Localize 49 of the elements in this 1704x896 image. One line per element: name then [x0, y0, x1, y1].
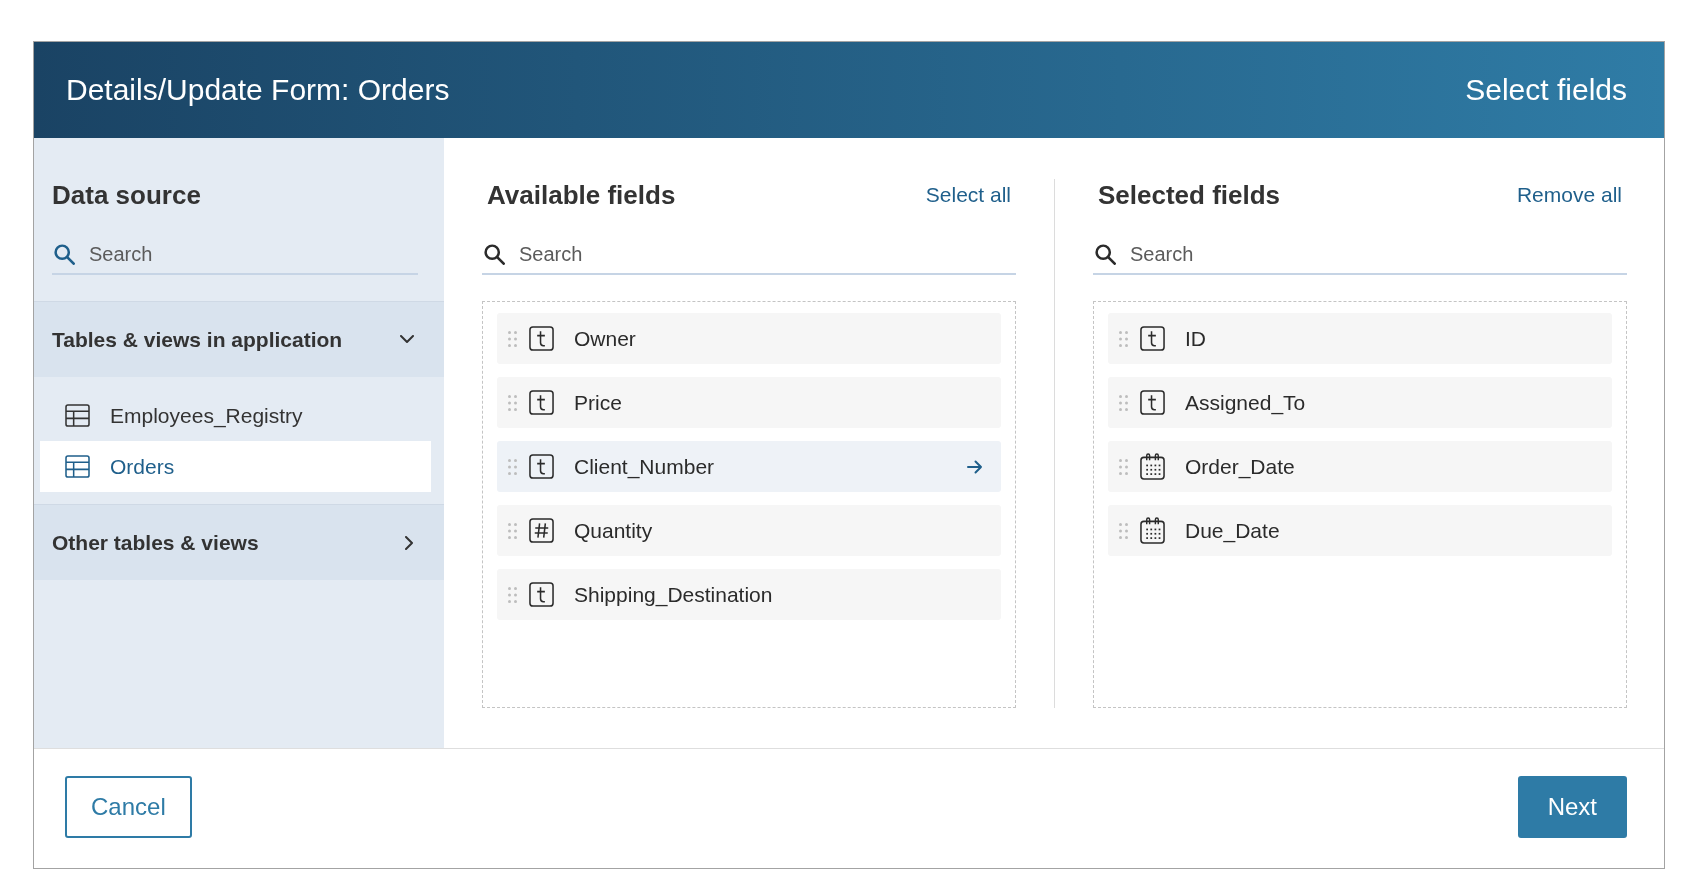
field-item[interactable]: Order_Date — [1108, 441, 1612, 492]
drag-handle-icon — [508, 330, 517, 347]
select-all-link[interactable]: Select all — [925, 179, 1011, 211]
group-header[interactable]: Tables & views in application — [34, 301, 444, 377]
arrow-right-icon — [967, 459, 983, 474]
table-list-item[interactable]: Orders — [40, 441, 431, 492]
field-item[interactable]: ID — [1108, 313, 1612, 364]
calendar-icon — [1140, 517, 1165, 544]
remove-all-link[interactable]: Remove all — [1516, 179, 1622, 211]
text-type-icon — [529, 390, 554, 415]
step-title: Select fields — [1465, 72, 1627, 108]
search-field[interactable]: Search — [1093, 235, 1627, 275]
search-field[interactable]: Search — [52, 235, 418, 275]
drag-handle-icon — [508, 586, 517, 603]
field-item[interactable]: Assigned_To — [1108, 377, 1612, 428]
field-item[interactable]: Quantity — [497, 505, 1001, 556]
field-item[interactable]: Shipping_Destination — [497, 569, 1001, 620]
drag-handle-icon — [1119, 330, 1128, 347]
text-type-icon — [529, 454, 554, 479]
cancel-button[interactable]: Cancel — [65, 775, 192, 838]
calendar-icon — [1140, 453, 1165, 480]
search-icon — [54, 244, 75, 265]
drag-handle-icon — [1119, 394, 1128, 411]
drag-handle-icon — [508, 522, 517, 539]
next-button[interactable]: Next — [1517, 775, 1627, 838]
panel-heading: Available fields — [487, 179, 676, 211]
drag-handle-icon — [508, 458, 517, 475]
panel-heading: Selected fields — [1098, 179, 1281, 211]
search-field[interactable]: Search — [482, 235, 1016, 275]
text-type-icon — [1140, 390, 1165, 415]
text-type-icon — [529, 326, 554, 351]
field-item[interactable]: Due_Date — [1108, 505, 1612, 556]
table-list-item[interactable]: Employees_Registry — [40, 390, 431, 441]
drag-handle-icon — [1119, 458, 1128, 475]
field-item[interactable]: Price — [497, 377, 1001, 428]
section-heading: Data source — [52, 179, 202, 211]
field-item[interactable]: Owner — [497, 313, 1001, 364]
field-item[interactable]: Client_Number — [497, 441, 1001, 492]
table-icon — [65, 404, 90, 427]
search-icon — [1095, 244, 1116, 265]
drag-handle-icon — [1119, 522, 1128, 539]
text-type-icon — [529, 582, 554, 607]
table-icon — [65, 455, 90, 478]
drag-handle-icon — [508, 394, 517, 411]
hash-icon — [529, 518, 554, 543]
text-type-icon — [1140, 326, 1165, 351]
search-icon — [484, 244, 505, 265]
group-header[interactable]: Other tables & views — [34, 504, 444, 580]
dialog-title: Details/Update Form: Orders — [66, 72, 450, 108]
